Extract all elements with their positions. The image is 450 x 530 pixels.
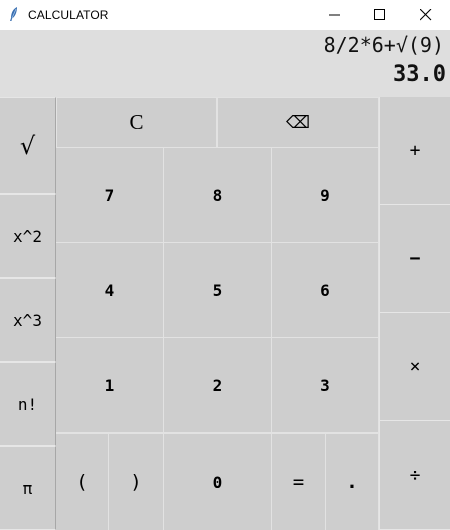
sqrt-label: √ <box>19 131 36 160</box>
window-title: CALCULATOR <box>28 8 109 22</box>
decimal-point-label: . <box>346 471 358 493</box>
digit-2-button[interactable]: 2 <box>164 338 272 433</box>
digit-8-button[interactable]: 8 <box>164 148 272 243</box>
digit-7-label: 7 <box>104 185 115 205</box>
multiply-button[interactable]: × <box>379 313 450 421</box>
expression-text: 8/2*6+√(9) <box>323 33 444 57</box>
multiply-label: × <box>409 356 421 377</box>
clear-label: C <box>129 110 144 134</box>
close-icon <box>420 9 432 21</box>
decimal-point-button[interactable]: . <box>326 433 379 530</box>
minimize-icon <box>329 14 340 16</box>
minus-label: − <box>409 248 421 269</box>
cube-label: x^3 <box>13 310 42 330</box>
equals-button[interactable]: = <box>272 433 326 530</box>
digit-0-button[interactable]: 0 <box>164 433 272 530</box>
clear-button[interactable]: C <box>56 97 217 148</box>
plus-button[interactable]: + <box>379 97 450 205</box>
maximize-button[interactable] <box>357 0 403 30</box>
backspace-icon: ⌫ <box>285 112 311 133</box>
factorial-button[interactable]: n! <box>0 362 56 446</box>
digit-6-label: 6 <box>320 280 330 300</box>
equals-label: = <box>292 471 305 493</box>
close-paren-button[interactable]: ) <box>109 433 164 530</box>
digit-3-button[interactable]: 3 <box>272 338 379 433</box>
maximize-icon <box>374 9 385 20</box>
close-paren-label: ) <box>130 471 142 493</box>
backspace-button[interactable]: ⌫ <box>217 97 379 148</box>
feather-icon <box>9 6 19 22</box>
digit-1-button[interactable]: 1 <box>56 338 164 433</box>
digit-0-label: 0 <box>212 472 223 492</box>
open-paren-label: ( <box>76 471 88 493</box>
digit-5-button[interactable]: 5 <box>164 243 272 338</box>
digit-9-button[interactable]: 9 <box>272 148 379 243</box>
digit-4-button[interactable]: 4 <box>56 243 164 338</box>
open-paren-button[interactable]: ( <box>56 433 109 530</box>
close-button[interactable] <box>403 0 449 30</box>
minus-button[interactable]: − <box>379 205 450 313</box>
divide-label: ÷ <box>409 464 421 486</box>
digit-9-label: 9 <box>320 185 330 205</box>
title-bar: CALCULATOR <box>0 0 450 30</box>
digit-8-label: 8 <box>212 185 223 205</box>
keypad: √ x^2 x^3 n! π C ⌫ 7 8 9 4 5 6 1 2 3 ( )… <box>0 97 450 530</box>
cube-button[interactable]: x^3 <box>0 278 56 362</box>
calculator-display: 8/2*6+√(9) 33.0 <box>0 30 450 97</box>
square-button[interactable]: x^2 <box>0 194 56 278</box>
digit-4-label: 4 <box>104 280 115 300</box>
pi-label: π <box>22 478 33 498</box>
minimize-button[interactable] <box>312 0 358 30</box>
pi-button[interactable]: π <box>0 446 56 530</box>
square-label: x^2 <box>13 226 42 246</box>
digit-2-label: 2 <box>212 375 223 395</box>
digit-3-label: 3 <box>320 375 330 395</box>
sqrt-button[interactable]: √ <box>0 97 56 194</box>
divide-button[interactable]: ÷ <box>379 421 450 530</box>
digit-6-button[interactable]: 6 <box>272 243 379 338</box>
factorial-label: n! <box>17 394 38 414</box>
digit-1-label: 1 <box>104 375 115 395</box>
plus-label: + <box>409 140 421 161</box>
digit-5-label: 5 <box>212 280 223 300</box>
digit-7-button[interactable]: 7 <box>56 148 164 243</box>
result-text: 33.0 <box>393 62 446 87</box>
